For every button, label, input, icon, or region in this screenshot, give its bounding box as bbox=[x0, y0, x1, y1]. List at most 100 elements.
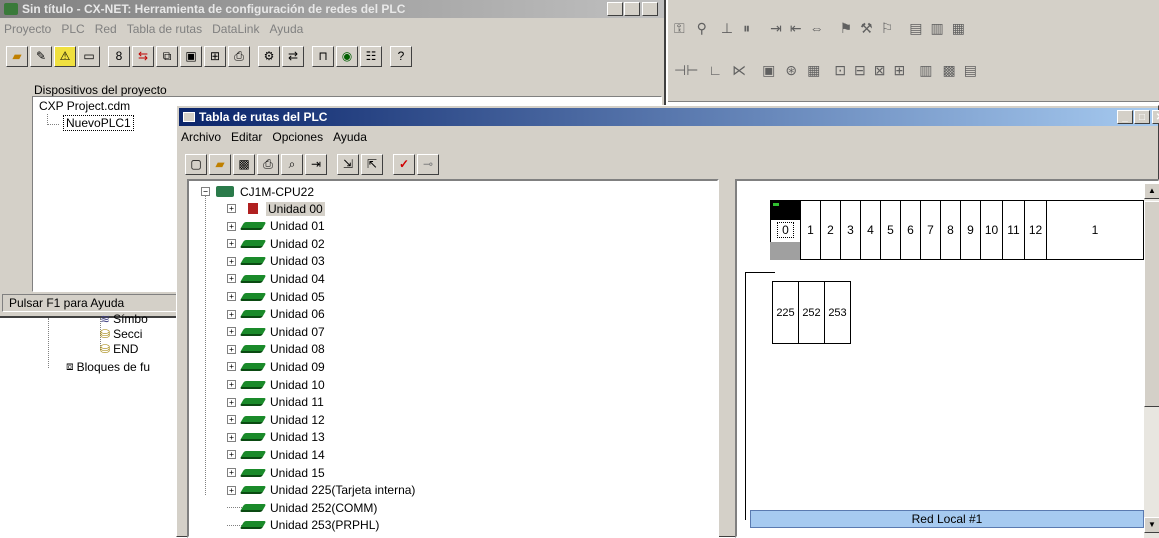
network-bar[interactable]: Red Local #1 bbox=[750, 510, 1144, 528]
menu-route-ayuda[interactable]: Ayuda bbox=[333, 130, 367, 144]
menu-ayuda[interactable]: Ayuda bbox=[269, 22, 303, 36]
monitor-icon[interactable]: ▣ bbox=[180, 45, 202, 67]
expand-icon[interactable]: + bbox=[227, 274, 236, 284]
main-titlebar[interactable]: Sin título - CX-NET: Herramienta de conf… bbox=[0, 0, 664, 18]
rack-slot[interactable]: 12 bbox=[1024, 200, 1047, 260]
transfer-to-plc-icon[interactable]: ⇲ bbox=[337, 153, 359, 175]
tree-unit-item[interactable]: + Unidad 04 bbox=[227, 270, 325, 287]
menu-proyecto[interactable]: Proyecto bbox=[4, 22, 51, 36]
tree-unit-item[interactable]: + Unidad 13 bbox=[227, 429, 325, 446]
toolbar-ladder-icon[interactable]: ⊣⊢ bbox=[674, 62, 698, 79]
internal-unit-slot[interactable]: 253 bbox=[824, 281, 851, 344]
rack-slot[interactable]: 1 bbox=[800, 200, 821, 260]
unit-icon[interactable]: 8 bbox=[108, 45, 130, 67]
toolbar-contact-icon[interactable]: ∟ bbox=[708, 62, 722, 79]
toolbar-step-icon[interactable]: ⊥ bbox=[721, 20, 733, 37]
route-titlebar[interactable]: Tabla de rutas del PLC _ □ ✕ bbox=[179, 108, 1159, 126]
expand-icon[interactable]: + bbox=[227, 468, 236, 477]
expand-icon[interactable]: + bbox=[227, 239, 236, 249]
open-icon[interactable]: ▰ bbox=[6, 45, 28, 67]
expand-icon[interactable]: + bbox=[227, 204, 236, 213]
menu-editar[interactable]: Editar bbox=[231, 130, 262, 144]
tree-root[interactable]: − CJ1M-CPU22 bbox=[201, 183, 314, 200]
rack-slot[interactable]: 1 bbox=[1046, 200, 1144, 260]
connect-icon[interactable]: ⊓ bbox=[312, 45, 334, 67]
warning-icon[interactable]: ⚠ bbox=[54, 45, 76, 67]
bg-tree-item-bloques[interactable]: ⧈ Bloques de fu bbox=[66, 359, 150, 374]
rack-slot[interactable]: 3 bbox=[840, 200, 861, 260]
expand-icon[interactable]: + bbox=[227, 221, 236, 231]
help-icon[interactable]: ? bbox=[390, 45, 412, 67]
expand-icon[interactable]: + bbox=[227, 380, 236, 389]
bg-tree-item-seccion[interactable]: ⛁ Secci bbox=[100, 327, 142, 341]
toolbar-reset-icon[interactable]: ⚐ bbox=[881, 20, 894, 37]
toolbar-coil-icon[interactable]: ⋉ bbox=[732, 62, 746, 79]
transfer-icon[interactable]: ⇆ bbox=[132, 45, 154, 67]
route-maximize-button[interactable]: □ bbox=[1134, 110, 1150, 124]
expand-icon[interactable]: + bbox=[227, 485, 236, 495]
route-close-button[interactable]: ✕ bbox=[1152, 110, 1159, 124]
scroll-thumb[interactable] bbox=[1144, 201, 1159, 407]
rack-slot[interactable]: 4 bbox=[860, 200, 881, 260]
tree-unit-item[interactable]: + Unidad 06 bbox=[227, 306, 325, 323]
internal-unit-slot[interactable]: 225 bbox=[772, 281, 799, 344]
scroll-up-button[interactable]: ▲ bbox=[1144, 183, 1159, 199]
toolbar-compare-icon[interactable]: ⇔ bbox=[810, 20, 824, 37]
toolbar-search-icon[interactable]: ⚲ bbox=[697, 20, 707, 37]
network-icon[interactable]: ⚙ bbox=[258, 45, 280, 67]
menu-archivo[interactable]: Archivo bbox=[181, 130, 221, 144]
menu-plc[interactable]: PLC bbox=[61, 22, 84, 36]
internal-unit-slot[interactable]: 252 bbox=[798, 281, 825, 344]
tree-unit-item[interactable]: + Unidad 225(Tarjeta interna) bbox=[227, 482, 415, 499]
expand-icon[interactable]: + bbox=[227, 256, 236, 266]
rack-slot[interactable]: 7 bbox=[920, 200, 941, 260]
tree-unit-item[interactable]: + Unidad 15 bbox=[227, 464, 325, 481]
tree-unit-item[interactable]: + Unidad 08 bbox=[227, 341, 325, 358]
tree-unit-item[interactable]: Unidad 253(PRPHL) bbox=[227, 517, 379, 534]
expand-icon[interactable]: + bbox=[227, 344, 236, 354]
online-icon[interactable]: ◉ bbox=[336, 45, 358, 67]
tree-unit-item[interactable]: + Unidad 12 bbox=[227, 411, 325, 428]
edit-icon[interactable]: ✎ bbox=[30, 45, 52, 67]
project-file-item[interactable]: CXP Project.cdm bbox=[39, 99, 130, 113]
print-route-icon[interactable]: ⎙ bbox=[257, 153, 279, 175]
toolbar-set-icon[interactable]: ⚒ bbox=[860, 20, 873, 37]
rack-slot[interactable]: 2 bbox=[820, 200, 841, 260]
topology-icon[interactable]: ☷ bbox=[360, 45, 382, 67]
toolbar-upload-icon[interactable]: ⇤ bbox=[790, 20, 802, 37]
tree-unit-item[interactable]: + Unidad 07 bbox=[227, 323, 325, 340]
toolbar-timer-icon[interactable]: ⊛ bbox=[785, 62, 797, 79]
toolbar-jump-icon[interactable]: ⊞ bbox=[894, 62, 906, 79]
expand-icon[interactable]: + bbox=[227, 292, 236, 301]
tree-unit-item[interactable]: Unidad 252(COMM) bbox=[227, 499, 377, 516]
expand-icon[interactable]: + bbox=[227, 327, 236, 337]
tree-unit-item[interactable]: + Unidad 01 bbox=[227, 218, 325, 235]
insert-icon[interactable]: ⇥ bbox=[305, 153, 327, 175]
expand-icon[interactable]: + bbox=[227, 397, 236, 407]
toolbar-view1-icon[interactable]: ▤ bbox=[909, 20, 922, 37]
tree-unit-item[interactable]: + Unidad 00 bbox=[227, 200, 325, 217]
toolbar-view2-icon[interactable]: ▥ bbox=[931, 20, 944, 37]
toolbar-view3-icon[interactable]: ▦ bbox=[952, 20, 965, 37]
expand-icon[interactable]: + bbox=[227, 362, 236, 372]
menu-red[interactable]: Red bbox=[95, 22, 117, 36]
key-icon[interactable]: ⊸ bbox=[417, 153, 439, 175]
toolbar-io-icon[interactable]: ▩ bbox=[942, 62, 955, 79]
expand-icon[interactable]: + bbox=[227, 432, 236, 442]
tree-unit-item[interactable]: + Unidad 11 bbox=[227, 394, 324, 411]
rack-slot[interactable]: 5 bbox=[880, 200, 901, 260]
new-file-icon[interactable]: ▢ bbox=[185, 153, 207, 175]
io-icon[interactable]: ⊞ bbox=[204, 45, 226, 67]
open-folder-icon[interactable]: ▰ bbox=[209, 153, 231, 175]
bg-tree-item-simbolos[interactable]: ≋ Símbo bbox=[100, 312, 148, 326]
tree-unit-item[interactable]: + Unidad 05 bbox=[227, 288, 325, 305]
route-minimize-button[interactable]: _ bbox=[1117, 110, 1133, 124]
route-icon[interactable]: ⇄ bbox=[282, 45, 304, 67]
expand-icon[interactable]: + bbox=[227, 309, 236, 319]
menu-opciones[interactable]: Opciones bbox=[272, 130, 323, 144]
toolbar-fn-icon[interactable]: ⊠ bbox=[874, 62, 886, 79]
minimize-button[interactable]: _ bbox=[607, 2, 623, 16]
print-icon[interactable]: ⎙ bbox=[228, 45, 250, 67]
rack-slot[interactable]: 9 bbox=[960, 200, 981, 260]
transfer-from-plc-icon[interactable]: ⇱ bbox=[361, 153, 383, 175]
